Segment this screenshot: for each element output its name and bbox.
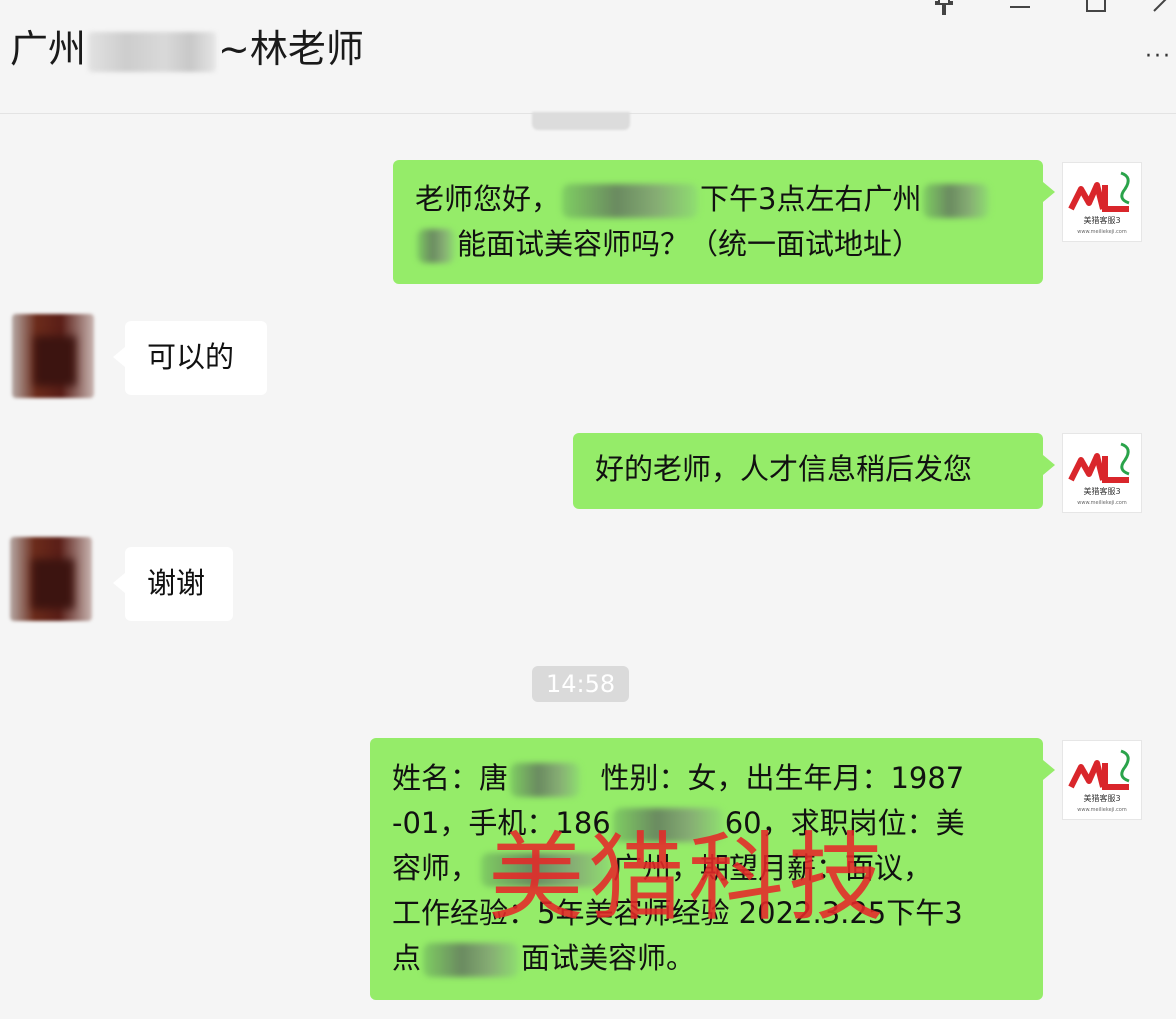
message-bubble-self[interactable]: 好的老师，人才信息稍后发您 [573, 433, 1055, 509]
redacted-name [88, 31, 217, 72]
message-text: 老师您好， [415, 182, 561, 216]
maximize-icon[interactable] [1084, 0, 1108, 20]
message-text: 下午3点左右广州 [700, 182, 922, 216]
minimize-icon[interactable] [1008, 0, 1032, 20]
watermark-text: 美猎科技 [488, 822, 888, 934]
redacted-text [923, 184, 990, 218]
message-text: 点 [392, 941, 422, 975]
ml-logo-icon: 美猎客服3 www.meiliekeji.com [1063, 163, 1141, 241]
self-avatar[interactable]: 美猎客服3 www.meiliekeji.com [1062, 433, 1142, 513]
message-bubble-self[interactable]: 老师您好， 下午3点左右广州 能面试美容师吗？（统一面试地址） [393, 160, 1055, 284]
svg-text:www.meiliekeji.com: www.meiliekeji.com [1077, 229, 1127, 235]
redacted-text [510, 763, 581, 797]
self-avatar[interactable]: 美猎客服3 www.meiliekeji.com [1062, 162, 1142, 242]
chat-header: 广州 ~林老师 ··· [0, 0, 1176, 114]
svg-text:www.meiliekeji.com: www.meiliekeji.com [1077, 807, 1127, 813]
redacted-text [423, 943, 520, 977]
message-text: 容师， [392, 851, 480, 885]
message-text: 面试美容师。 [521, 941, 696, 975]
contact-avatar[interactable] [12, 314, 94, 398]
message-text: 性别：女，出生年月：1987 [600, 761, 965, 795]
svg-text:www.meiliekeji.com: www.meiliekeji.com [1077, 500, 1127, 506]
message-text: 能面试美容师吗？（统一面试地址） [457, 227, 922, 261]
ml-logo-icon: 美猎客服3 www.meiliekeji.com [1063, 434, 1141, 512]
chat-title: 广州 ~林老师 [10, 18, 364, 73]
message-bubble-other[interactable]: 谢谢 [113, 547, 233, 621]
message-text: 姓名：唐 [392, 761, 509, 795]
message-bubble-other[interactable]: 可以的 [113, 321, 267, 395]
timestamp-redacted [532, 112, 630, 130]
more-options-icon[interactable]: ··· [1145, 44, 1172, 69]
message-text: 谢谢 [147, 566, 206, 600]
timestamp: 14:58 [532, 666, 630, 702]
svg-text:美猎客服3: 美猎客服3 [1083, 793, 1120, 803]
close-icon[interactable] [1150, 0, 1176, 20]
chat-window: 广州 ~林老师 ··· 老师您好， 下午3点左右广州 能面试美容师吗？（统一面试地址… [0, 0, 1176, 1019]
svg-text:美猎客服3: 美猎客服3 [1083, 215, 1120, 225]
title-suffix: ~林老师 [218, 27, 364, 71]
svg-text:美猎客服3: 美猎客服3 [1083, 486, 1120, 496]
pin-icon[interactable] [932, 0, 956, 21]
message-text: 好的老师，人才信息稍后发您 [595, 452, 973, 486]
message-text: 可以的 [147, 340, 235, 374]
contact-avatar[interactable] [10, 537, 92, 621]
ml-logo-icon: 美猎客服3 www.meiliekeji.com [1063, 741, 1141, 819]
redacted-text [417, 229, 455, 263]
title-prefix: 广州 [10, 27, 87, 71]
redacted-text [562, 184, 699, 218]
self-avatar[interactable]: 美猎客服3 www.meiliekeji.com [1062, 740, 1142, 820]
